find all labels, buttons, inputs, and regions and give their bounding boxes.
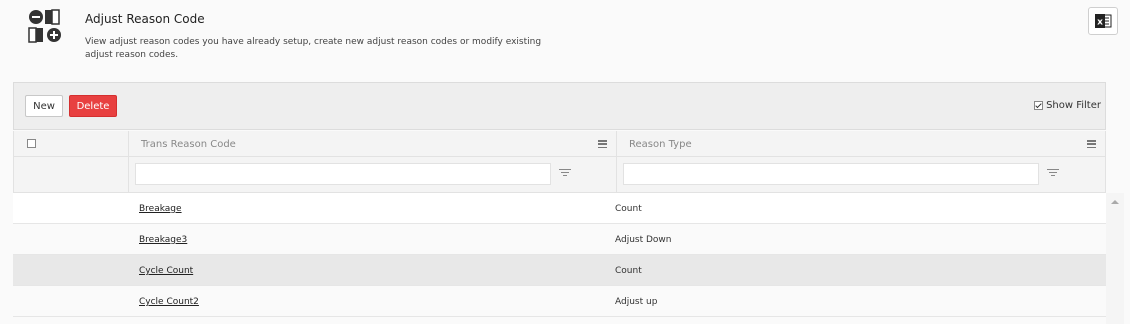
excel-export-icon: x bbox=[1095, 14, 1112, 28]
page-description: View adjust reason codes you have alread… bbox=[85, 37, 542, 60]
show-filter-label: Show Filter bbox=[1046, 100, 1101, 111]
reason-code-icon bbox=[28, 9, 61, 43]
show-filter-toggle[interactable]: Show Filter bbox=[1034, 100, 1101, 111]
delete-button[interactable]: Delete bbox=[69, 95, 117, 117]
page-header: Adjust Reason Code View adjust reason co… bbox=[0, 0, 1130, 82]
trans-reason-code-link[interactable]: Cycle Count2 bbox=[139, 297, 199, 307]
reason-type-filter-input[interactable] bbox=[623, 163, 1039, 185]
reason-type-cell: Count bbox=[615, 266, 642, 276]
table-row[interactable]: Breakage Count bbox=[13, 193, 1106, 224]
reason-type-cell: Adjust Down bbox=[615, 235, 672, 245]
reason-type-cell: Count bbox=[615, 204, 642, 214]
column-header-reason-type[interactable]: Reason Type bbox=[629, 139, 692, 150]
excel-export-button[interactable]: x bbox=[1088, 7, 1118, 35]
grid-header: Trans Reason Code Reason Type bbox=[13, 131, 1106, 157]
trans-reason-code-link[interactable]: Cycle Count bbox=[139, 266, 193, 276]
table-row[interactable]: Cycle Count Count bbox=[13, 255, 1106, 286]
table-row[interactable]: Breakage3 Adjust Down bbox=[13, 224, 1106, 255]
reason-type-cell: Adjust up bbox=[615, 297, 658, 307]
filter-icon[interactable] bbox=[559, 169, 571, 179]
trans-reason-code-link[interactable]: Breakage bbox=[139, 204, 182, 214]
trans-reason-code-link[interactable]: Breakage3 bbox=[139, 235, 187, 245]
select-all-checkbox[interactable] bbox=[27, 139, 36, 148]
show-filter-checkbox[interactable] bbox=[1034, 101, 1044, 110]
filter-row bbox=[13, 157, 1106, 193]
column-menu-icon[interactable] bbox=[1087, 140, 1096, 149]
trans-reason-code-filter-input[interactable] bbox=[135, 163, 551, 185]
grid-toolbar: New Delete Show Filter bbox=[13, 82, 1106, 130]
new-button[interactable]: New bbox=[25, 95, 63, 117]
page-title: Adjust Reason Code bbox=[85, 12, 205, 26]
grid-body: Breakage Count Breakage3 Adjust Down Cyc… bbox=[13, 193, 1106, 324]
svg-text:x: x bbox=[1097, 18, 1103, 28]
column-menu-icon[interactable] bbox=[598, 140, 607, 149]
column-header-trans-reason-code[interactable]: Trans Reason Code bbox=[141, 139, 236, 150]
filter-icon[interactable] bbox=[1047, 169, 1059, 179]
vertical-scrollbar[interactable] bbox=[1106, 193, 1124, 324]
table-row[interactable]: Cycle Count2 Adjust up bbox=[13, 286, 1106, 317]
scroll-up-arrow-icon[interactable] bbox=[1111, 200, 1119, 204]
